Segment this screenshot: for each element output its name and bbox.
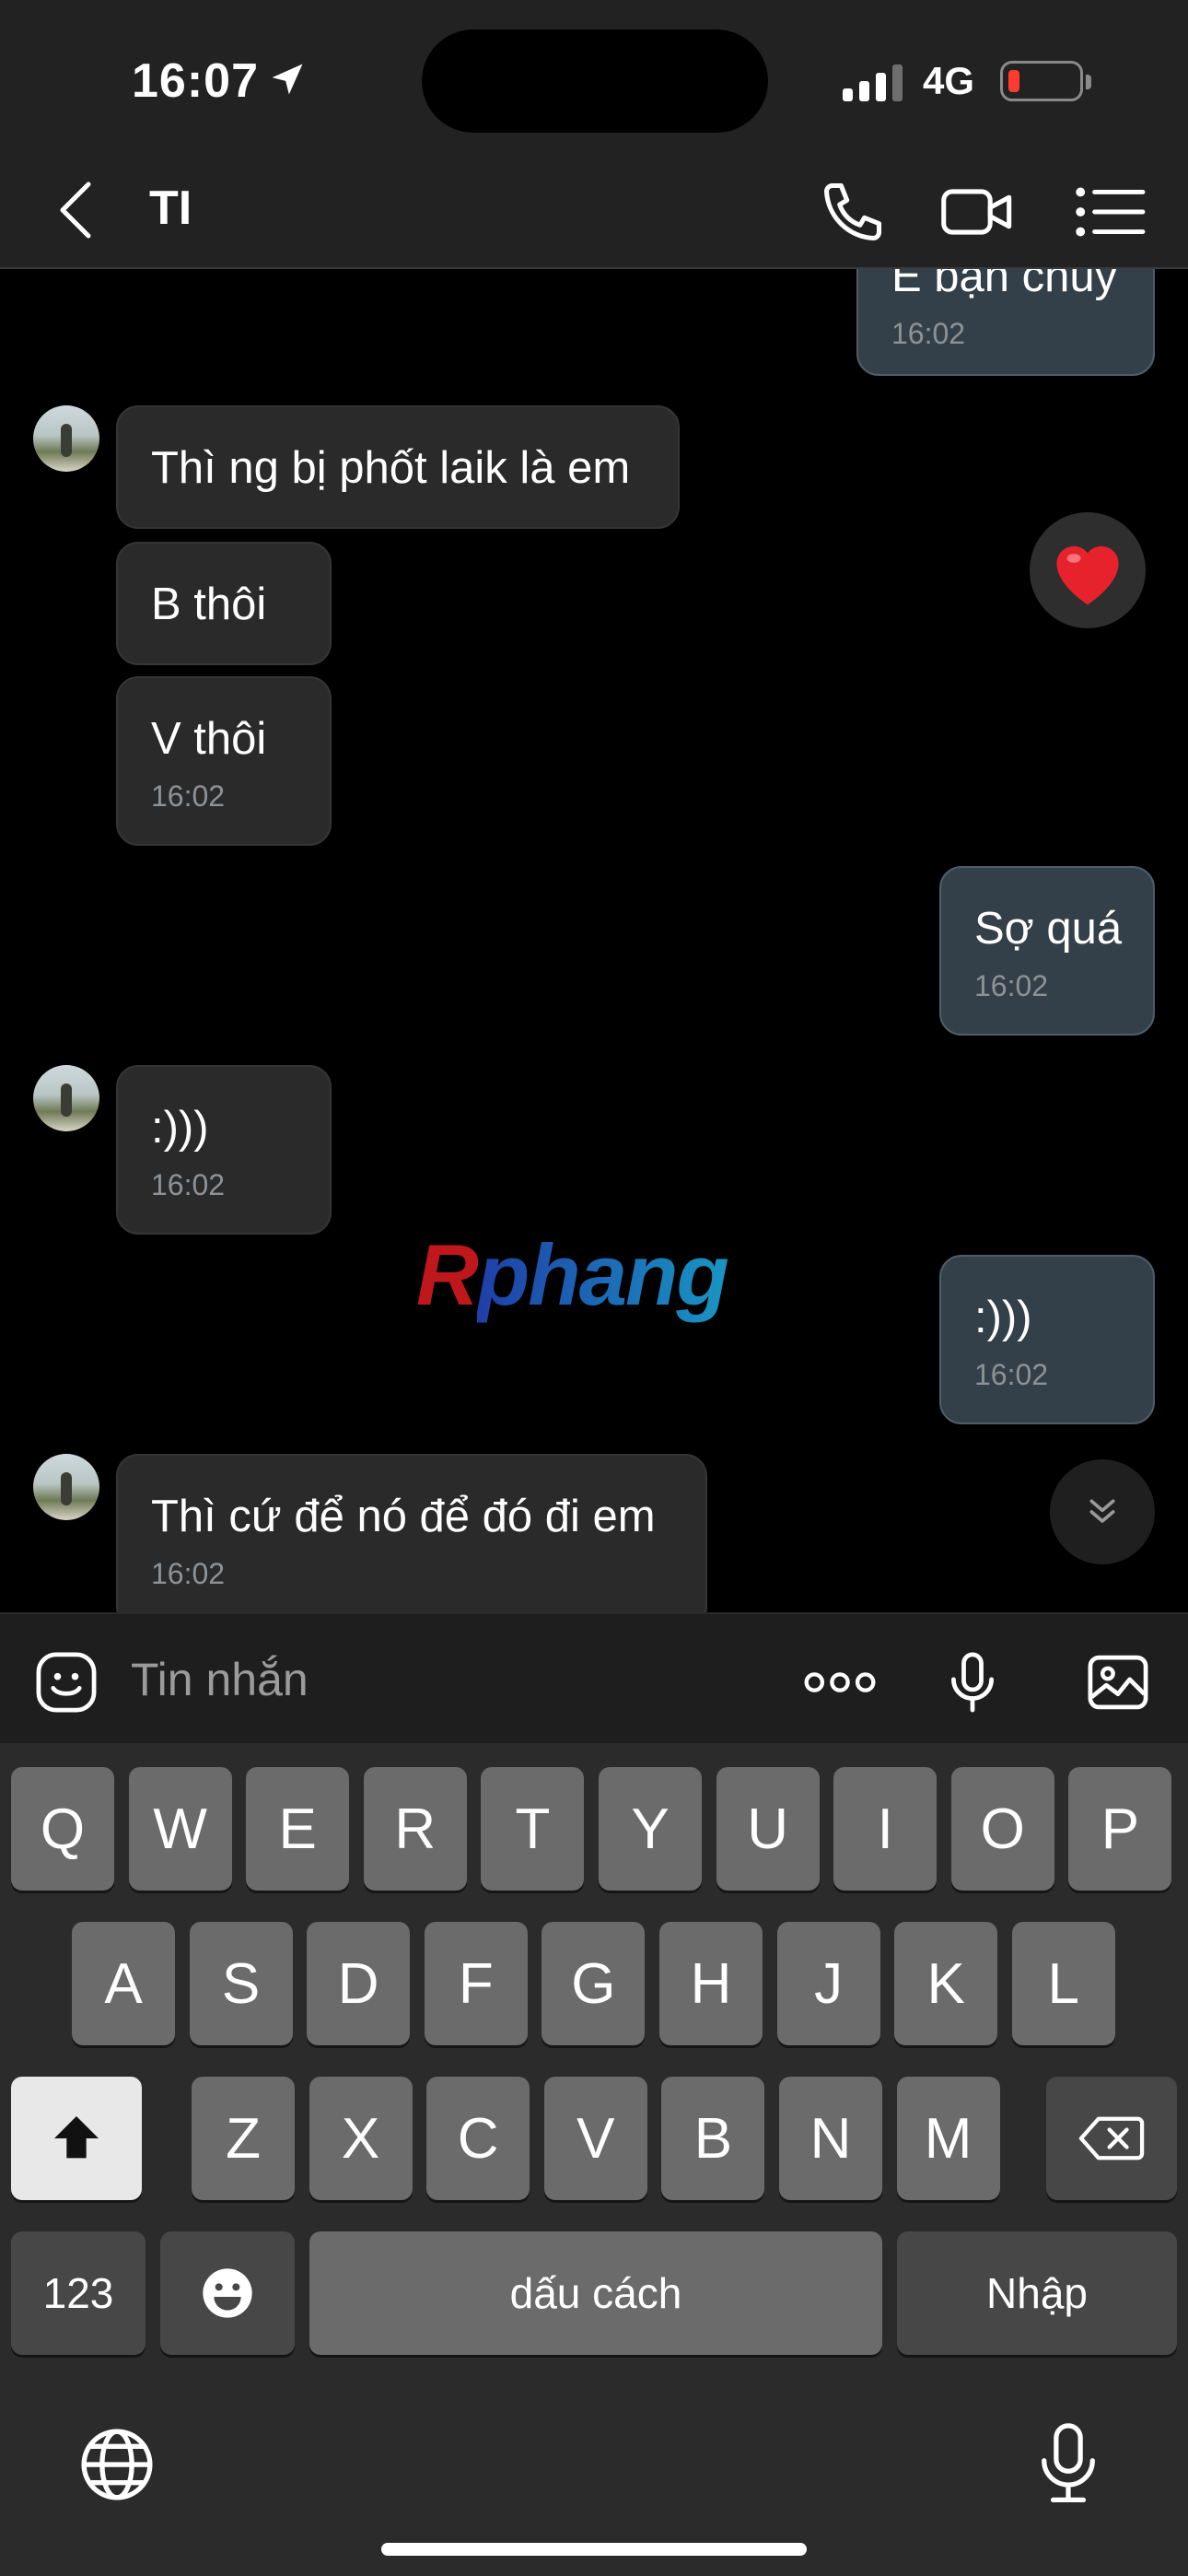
backspace-key[interactable] — [1046, 2077, 1177, 2200]
message-bubble-incoming[interactable]: Thì cứ để nó để đó đi em 16:02 — [116, 1454, 707, 1612]
chat-screen: 16:07 4G TI E bạn chủy 16:02 Thì ng bị p… — [0, 0, 1188, 2576]
double-chevron-down-icon — [1089, 1499, 1115, 1523]
key-l[interactable]: L — [1011, 1922, 1115, 2045]
network-type: 4G — [923, 59, 975, 102]
message-time: 16:02 — [974, 969, 1049, 1002]
key-i[interactable]: I — [833, 1767, 938, 1891]
shift-arrow-icon — [54, 2116, 99, 2159]
key-j[interactable]: J — [776, 1922, 880, 2045]
signal-bars-icon — [843, 64, 903, 101]
message-bubble-incoming[interactable]: Thì ng bị phốt laik là em — [116, 405, 680, 529]
key-d[interactable]: D — [307, 1922, 411, 2045]
key-x[interactable]: X — [309, 2077, 413, 2200]
key-w[interactable]: W — [128, 1767, 232, 1891]
back-chevron-icon[interactable] — [57, 181, 94, 240]
key-u[interactable]: U — [716, 1767, 820, 1891]
heart-reaction-icon — [1056, 545, 1119, 605]
key-f[interactable]: F — [424, 1922, 528, 2045]
message-bubble-outgoing[interactable]: :))) 16:02 — [939, 1255, 1155, 1424]
phone-icon[interactable] — [818, 177, 888, 247]
avatar[interactable] — [33, 1454, 99, 1520]
space-key[interactable]: dấu cách — [309, 2231, 882, 2355]
battery-low-icon — [1000, 61, 1091, 101]
message-text: Thì cứ để nó để đó đi em — [151, 1492, 656, 1541]
message-text: Sợ quá — [974, 904, 1123, 954]
key-r[interactable]: R — [363, 1767, 467, 1891]
message-text: :))) — [974, 1293, 1032, 1342]
key-q[interactable]: Q — [11, 1767, 114, 1891]
more-dots-icon[interactable] — [803, 1647, 877, 1717]
key-m[interactable]: M — [896, 2077, 1000, 2200]
sticker-smile-icon[interactable] — [31, 1647, 101, 1717]
key-n[interactable]: N — [779, 2077, 882, 2200]
key-v[interactable]: V — [543, 2077, 647, 2200]
key-h[interactable]: H — [659, 1922, 763, 2045]
microphone-icon[interactable] — [938, 1647, 1007, 1717]
message-list[interactable]: E bạn chủy 16:02 Thì ng bị phốt laik là … — [0, 269, 1188, 1612]
key-g[interactable]: G — [542, 1922, 646, 2045]
message-bubble-outgoing[interactable]: E bạn chủy 16:02 — [856, 269, 1155, 376]
message-text: :))) — [151, 1103, 209, 1153]
status-time: 16:07 — [132, 54, 259, 108]
key-z[interactable]: Z — [192, 2077, 295, 2200]
globe-icon[interactable] — [77, 2425, 157, 2504]
message-time: 16:02 — [974, 1358, 1049, 1391]
message-composer: Tin nhắn — [0, 1612, 1188, 1743]
key-o[interactable]: O — [950, 1767, 1054, 1891]
message-bubble-outgoing[interactable]: Sợ quá 16:02 — [939, 866, 1155, 1036]
message-text: B thôi — [151, 580, 267, 629]
emoji-key[interactable] — [160, 2231, 295, 2355]
message-bubble-incoming[interactable]: :))) 16:02 — [116, 1065, 332, 1235]
dynamic-island — [422, 29, 768, 133]
top-bar: 16:07 4G TI — [0, 0, 1188, 269]
message-text: Thì ng bị phốt laik là em — [151, 443, 631, 493]
key-e[interactable]: E — [246, 1767, 350, 1891]
backspace-icon — [1078, 2116, 1145, 2160]
dictation-mic-icon[interactable] — [1031, 2421, 1105, 2506]
scroll-to-bottom-button[interactable] — [1050, 1459, 1155, 1564]
keyboard: QWERTYUIOP ASDFGHJKL ZXCVBNM 123 dấu các… — [0, 1743, 1188, 2576]
key-s[interactable]: S — [189, 1922, 293, 2045]
conversation-title[interactable]: TI — [149, 181, 192, 236]
message-text: E bạn chủy — [891, 269, 1118, 301]
heart-reaction-button[interactable] — [1030, 512, 1146, 628]
message-time: 16:02 — [151, 1168, 226, 1201]
avatar[interactable] — [33, 1065, 99, 1131]
location-arrow-icon — [272, 64, 303, 95]
key-b[interactable]: B — [661, 2077, 765, 2200]
video-camera-icon[interactable] — [939, 177, 1015, 247]
key-t[interactable]: T — [481, 1767, 585, 1891]
avatar[interactable] — [33, 405, 99, 472]
numbers-key[interactable]: 123 — [11, 2231, 146, 2355]
key-a[interactable]: A — [72, 1922, 175, 2045]
key-c[interactable]: C — [426, 2077, 530, 2200]
message-time: 16:02 — [891, 317, 966, 350]
emoji-icon — [203, 2268, 252, 2318]
key-y[interactable]: Y — [599, 1767, 702, 1891]
message-time: 16:02 — [151, 779, 226, 813]
message-time: 16:02 — [151, 1557, 226, 1590]
return-key[interactable]: Nhập — [897, 2231, 1177, 2355]
message-bubble-incoming[interactable]: V thôi 16:02 — [116, 676, 332, 846]
shift-key[interactable] — [11, 2077, 142, 2200]
watermark-logo: Rphang — [416, 1226, 729, 1323]
key-p[interactable]: P — [1068, 1767, 1172, 1891]
image-icon[interactable] — [1083, 1647, 1153, 1717]
key-k[interactable]: K — [894, 1922, 998, 2045]
message-text: V thôi — [151, 714, 267, 764]
menu-list-icon[interactable] — [1072, 177, 1146, 247]
home-indicator[interactable] — [381, 2543, 807, 2556]
message-input[interactable]: Tin nhắn — [131, 1653, 309, 1706]
message-bubble-incoming[interactable]: B thôi — [116, 542, 332, 665]
